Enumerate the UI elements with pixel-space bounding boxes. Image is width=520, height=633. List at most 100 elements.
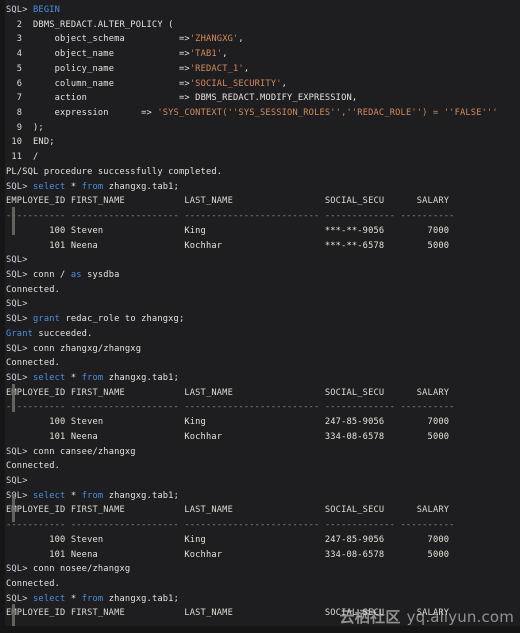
terminal-window[interactable]: SQL> BEGIN 2 DBMS_REDACT.ALTER_POLICY ( … [0, 0, 520, 633]
terminal-cursor-bar [12, 604, 15, 628]
terminal-text-segment: 101 Neena Kochhar 334-08-6578 5000 [6, 431, 450, 442]
terminal-text-segment: ----------- -------------------- -------… [6, 520, 455, 531]
terminal-text-segment: 2 [6, 19, 34, 30]
terminal-text-segment: ----------- -------------------- -------… [6, 402, 455, 413]
terminal-text-segment: * [65, 593, 82, 604]
terminal-screen[interactable]: SQL> BEGIN 2 DBMS_REDACT.ALTER_POLICY ( … [0, 3, 520, 633]
terminal-text-segment: 4 [6, 49, 34, 60]
terminal-text-segment: as [70, 269, 82, 280]
terminal-text-segment: 100 Steven King 247-85-9056 7000 [6, 417, 450, 428]
terminal-text-segment: conn / [33, 269, 71, 280]
terminal-text-segment: SQL> [6, 343, 34, 354]
terminal-text-segment: 5 [6, 63, 34, 74]
terminal-cursor-bar [12, 207, 15, 235]
terminal-text-segment: zhangxg.tab1; [103, 181, 179, 192]
terminal-text-segment: from [81, 372, 104, 383]
terminal-text-segment: Connected. [6, 579, 61, 590]
terminal-text-segment: , [222, 49, 228, 60]
terminal-text-segment: expression => [33, 108, 158, 119]
terminal-line: 11 / [0, 150, 520, 165]
terminal-text-segment: SQL> [6, 564, 34, 575]
terminal-text-segment: succeeded. [33, 328, 93, 339]
terminal-line: 100 Steven King ***-**-9056 7000 [0, 224, 520, 239]
terminal-line: SQL> select * from zhangxg.tab1; [0, 371, 520, 386]
terminal-text-segment: 'SYS_CONTEXT(''SYS_SESSION_ROLES'',''RED… [157, 108, 498, 119]
terminal-line: 9 ); [0, 121, 520, 136]
terminal-text-segment: 'REDACT_1' [189, 63, 244, 74]
terminal-text-segment: , [281, 78, 288, 89]
terminal-line: SQL> [0, 297, 520, 312]
terminal-text-segment: 10 [6, 137, 34, 148]
terminal-text-segment: 'SOCIAL_SECURITY' [189, 78, 282, 89]
terminal-text-segment: from [81, 490, 104, 501]
terminal-text-segment: Connected. [6, 461, 61, 472]
terminal-text-segment: , [243, 63, 250, 74]
terminal-text-segment: conn zhangxg/zhangxg [33, 343, 142, 354]
terminal-text-segment: from [81, 181, 104, 192]
terminal-line: Connected. [0, 459, 520, 474]
terminal-text-segment: ); [33, 122, 44, 133]
terminal-text-segment: BEGIN [33, 5, 61, 15]
terminal-text-segment: EMPLOYEE_ID FIRST_NAME LAST_NAME SOCIAL_… [6, 608, 450, 619]
terminal-line: 7 action => DBMS_REDACT.MODIFY_EXPRESSIO… [0, 91, 520, 106]
terminal-line: SQL> conn zhangxg/zhangxg [0, 342, 520, 357]
terminal-line: SQL> BEGIN [0, 3, 520, 18]
terminal-line: 5 policy_name =>'REDACT_1', [0, 62, 520, 77]
terminal-text-segment: zhangxg.tab1; [103, 593, 179, 604]
terminal-text-segment: * [65, 181, 82, 192]
terminal-text-segment: / [33, 152, 39, 163]
terminal-line: SQL> conn nosee/zhangxg [0, 562, 520, 577]
terminal-text-segment: conn cansee/zhangxg [33, 446, 136, 457]
terminal-line: ----------- -------------------- -------… [0, 518, 520, 533]
terminal-line: 8 expression => 'SYS_CONTEXT(''SYS_SESSI… [0, 106, 520, 121]
terminal-text-segment: zhangxg.tab1; [103, 372, 179, 383]
terminal-text-segment: action => DBMS_REDACT.MODIFY_EXPRESSION, [33, 93, 358, 104]
terminal-text-segment: policy_name => [33, 63, 190, 74]
terminal-line: 6 column_name =>'SOCIAL_SECURITY', [0, 77, 520, 92]
terminal-line: EMPLOYEE_ID FIRST_NAME LAST_NAME SOCIAL_… [0, 503, 520, 518]
terminal-text-segment: 'TAB1' [189, 49, 223, 60]
terminal-text-segment: sysdba [81, 269, 120, 280]
terminal-text-segment: conn nosee/zhangxg [33, 564, 131, 575]
terminal-text-segment: Connected. [6, 358, 61, 369]
terminal-line: SQL> select * from zhangxg.tab1; [0, 180, 520, 195]
terminal-line: PL/SQL procedure successfully completed. [0, 165, 520, 180]
terminal-text-segment: 7 [6, 93, 34, 104]
terminal-line: Connected. [0, 356, 520, 371]
terminal-line: Connected. [0, 283, 520, 298]
terminal-text-segment: END; [33, 137, 55, 148]
terminal-line: SQL> conn cansee/zhangxg [0, 445, 520, 460]
terminal-line: SQL> [0, 474, 520, 489]
terminal-line: SQL> grant redac_role to zhangxg; [0, 312, 520, 327]
terminal-text-segment: PL/SQL procedure successfully completed. [6, 166, 223, 177]
terminal-text-segment: select [33, 181, 66, 192]
terminal-text-segment: SQL> [6, 372, 34, 383]
terminal-line: ----------- -------------------- -------… [0, 400, 520, 415]
terminal-text-segment: select [33, 372, 66, 383]
terminal-text-segment: 100 Steven King 247-85-9056 7000 [6, 534, 450, 545]
terminal-text-segment: , [238, 34, 244, 45]
terminal-text-segment: grant [33, 314, 61, 325]
terminal-text-segment: from [81, 593, 104, 604]
terminal-text-segment: select [33, 490, 66, 501]
terminal-line: 4 object_name =>'TAB1', [0, 47, 520, 62]
terminal-text-segment: 3 [6, 34, 34, 45]
terminal-line: 101 Neena Kochhar 334-08-6578 5000 [0, 430, 520, 445]
terminal-text-segment: EMPLOYEE_ID FIRST_NAME LAST_NAME SOCIAL_… [6, 196, 450, 207]
terminal-line: SQL> select * from zhangxg.tab1; [0, 489, 520, 504]
terminal-text-segment: 6 [6, 78, 34, 89]
terminal-line: SQL> [0, 253, 520, 268]
terminal-line: ----------- -------------------- -------… [0, 209, 520, 224]
terminal-text-segment: object_schema => [33, 34, 190, 45]
terminal-text-segment: SQL> [6, 314, 34, 325]
terminal-line: SQL> select * from zhangxg.tab1; [0, 592, 520, 607]
terminal-text-segment: SQL> [6, 181, 34, 192]
terminal-text-segment: DBMS_REDACT.ALTER_POLICY ( [33, 19, 174, 30]
terminal-text-segment: SQL> [6, 476, 28, 486]
terminal-text-segment: EMPLOYEE_ID FIRST_NAME LAST_NAME SOCIAL_… [6, 387, 450, 398]
terminal-line: 3 object_schema =>'ZHANGXG', [0, 32, 520, 47]
terminal-text-segment: 11 [6, 152, 34, 163]
terminal-line: Connected. [0, 577, 520, 592]
terminal-line: EMPLOYEE_ID FIRST_NAME LAST_NAME SOCIAL_… [0, 386, 520, 401]
terminal-text-segment: 9 [6, 122, 34, 133]
